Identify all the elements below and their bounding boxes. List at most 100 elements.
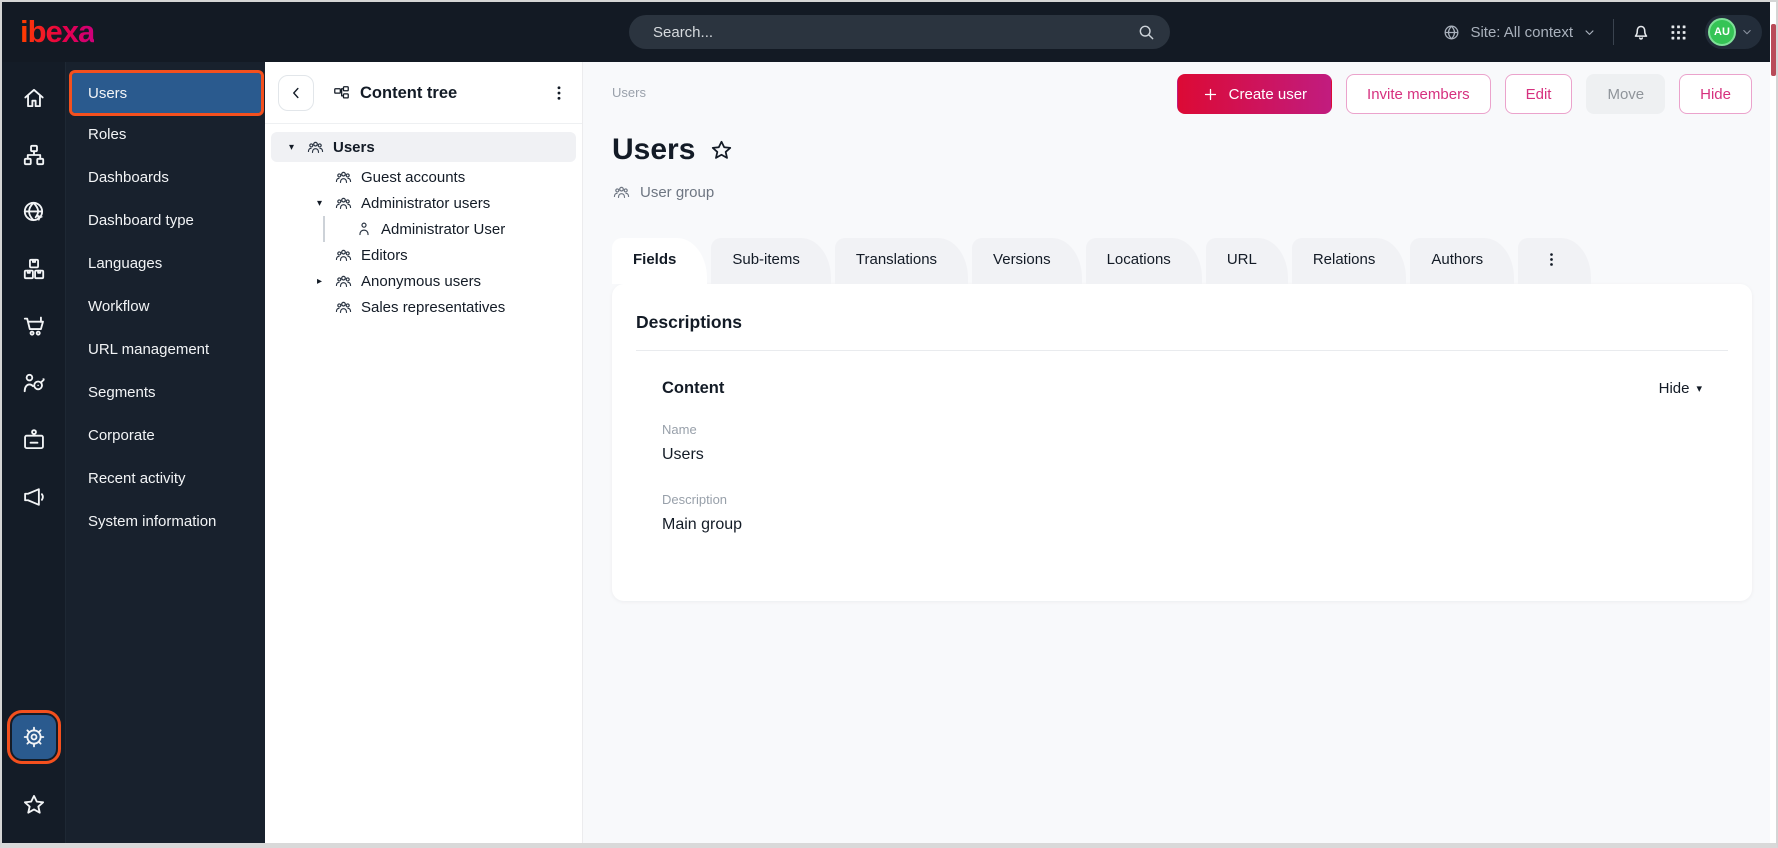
ibexa-admin-window: ibexa Site: All context AU: [0, 0, 1778, 848]
tree-options-kebab-icon[interactable]: [550, 84, 568, 102]
user-menu[interactable]: AU: [1705, 15, 1762, 49]
tab-sub-items[interactable]: Sub-items: [711, 238, 831, 284]
sidebar-item-languages[interactable]: Languages: [66, 242, 265, 285]
section-collapse-toggle[interactable]: Hide ▾: [1659, 380, 1702, 397]
personalization-icon[interactable]: [12, 361, 56, 405]
bookmarks-star-icon[interactable]: [12, 783, 56, 827]
site-context-label: Site: All context: [1470, 23, 1573, 41]
tab-fields[interactable]: Fields: [612, 238, 708, 284]
menu-item-label: Recent activity: [88, 470, 186, 487]
user-group-icon: [306, 138, 325, 157]
tab-authors[interactable]: Authors: [1410, 238, 1515, 284]
menu-item-label: Dashboards: [88, 169, 169, 186]
tree-node-editors[interactable]: Editors: [271, 242, 576, 268]
tab-relations[interactable]: Relations: [1291, 238, 1407, 284]
home-icon[interactable]: [12, 76, 56, 120]
invite-members-label: Invite members: [1367, 85, 1470, 103]
tab-label: Translations: [855, 251, 938, 268]
user-group-icon: [334, 168, 353, 187]
search-icon[interactable]: [1136, 22, 1156, 42]
menu-item-label: Segments: [88, 384, 156, 401]
action-buttons: Create user Invite members Edit Move Hid…: [1176, 74, 1752, 114]
sidebar-item-dashboards[interactable]: Dashboards: [66, 156, 265, 199]
content-tree-panel: Content tree ▾ Users Guest accounts ▾ Ad…: [265, 62, 583, 843]
corporate-badge-icon[interactable]: [12, 418, 56, 462]
tab-label: Relations: [1312, 251, 1376, 268]
global-search[interactable]: [629, 15, 1170, 49]
content-type-label: User group: [640, 184, 715, 201]
tree-node-administrator-users[interactable]: ▾ Administrator users: [271, 190, 576, 216]
site-icon[interactable]: [12, 190, 56, 234]
sidebar-item-roles[interactable]: Roles: [66, 113, 265, 156]
tree-node-guest-accounts[interactable]: Guest accounts: [271, 164, 576, 190]
favorite-star-icon[interactable]: [709, 138, 734, 163]
invite-members-button[interactable]: Invite members: [1346, 74, 1491, 114]
tree-node-label: Users: [333, 138, 375, 156]
ibexa-logo[interactable]: ibexa: [20, 14, 95, 50]
search-input[interactable]: [629, 23, 1136, 41]
user-group-icon: [334, 272, 353, 291]
caret-icon[interactable]: ▾: [317, 198, 334, 209]
caret-icon[interactable]: ▸: [317, 276, 334, 287]
menu-item-label: Workflow: [88, 298, 150, 315]
top-bar: ibexa Site: All context AU: [2, 2, 1776, 62]
tree-node-administrator-user[interactable]: Administrator User: [271, 216, 576, 242]
vertical-scrollbar[interactable]: [1770, 2, 1776, 843]
content-tabs: Fields Sub-items Translations Versions L…: [612, 238, 1754, 284]
tree-node-users[interactable]: ▾ Users: [271, 132, 576, 162]
user-group-icon: [334, 194, 353, 213]
create-user-button[interactable]: Create user: [1176, 74, 1333, 114]
tab-translations[interactable]: Translations: [834, 238, 969, 284]
menu-item-label: Corporate: [88, 427, 155, 444]
tab-url[interactable]: URL: [1205, 238, 1288, 284]
field-label: Name: [662, 422, 697, 437]
sidebar-item-workflow[interactable]: Workflow: [66, 285, 265, 328]
menu-item-label: URL management: [88, 341, 210, 358]
globe-icon: [1442, 23, 1461, 42]
scrollbar-thumb[interactable]: [1771, 24, 1776, 76]
tabs-overflow-kebab-icon[interactable]: [1518, 238, 1592, 284]
tab-label: Sub-items: [732, 251, 800, 268]
commerce-cart-icon[interactable]: [12, 304, 56, 348]
descriptions-heading: Descriptions: [636, 312, 742, 332]
collapse-tree-button[interactable]: [278, 75, 314, 111]
tree-indent-guide: [323, 216, 325, 242]
sidebar-item-segments[interactable]: Segments: [66, 371, 265, 414]
sidebar-item-recent-activity[interactable]: Recent activity: [66, 457, 265, 500]
tab-label: Authors: [1431, 251, 1484, 268]
notifications-bell-icon[interactable]: [1630, 21, 1652, 43]
divider: [636, 350, 1728, 351]
field-description: Description Main group: [662, 492, 1728, 534]
sidebar-item-corporate[interactable]: Corporate: [66, 414, 265, 457]
content-structure-icon[interactable]: [12, 133, 56, 177]
tab-versions[interactable]: Versions: [972, 238, 1082, 284]
settings-gear-icon[interactable]: [6, 710, 61, 764]
edit-button[interactable]: Edit: [1504, 74, 1573, 114]
user-group-icon: [334, 246, 353, 265]
sidebar-item-users[interactable]: Users: [69, 70, 264, 116]
tree-node-sales-representatives[interactable]: Sales representatives: [271, 294, 576, 320]
caret-icon[interactable]: ▾: [289, 142, 306, 153]
edit-label: Edit: [1525, 85, 1552, 103]
site-context-selector[interactable]: Site: All context: [1442, 23, 1597, 42]
avatar[interactable]: AU: [1708, 18, 1736, 46]
sidebar-item-url-management[interactable]: URL management: [66, 328, 265, 371]
sidebar-item-system-information[interactable]: System information: [66, 500, 265, 543]
menu-item-label: Users: [88, 84, 128, 102]
user-group-icon: [612, 183, 631, 202]
hide-button[interactable]: Hide: [1679, 74, 1752, 114]
tree-node-anonymous-users[interactable]: ▸ Anonymous users: [271, 268, 576, 294]
chevron-down-icon: [1740, 25, 1754, 39]
tree-node-label: Anonymous users: [361, 272, 482, 290]
tab-locations[interactable]: Locations: [1085, 238, 1202, 284]
marketing-megaphone-icon[interactable]: [12, 475, 56, 519]
products-icon[interactable]: [12, 247, 56, 291]
tab-label: Versions: [993, 251, 1051, 268]
sidebar-item-dashboard-type[interactable]: Dashboard type: [66, 199, 265, 242]
tree-node-label: Sales representatives: [361, 298, 506, 316]
admin-menu-panel: Users Roles Dashboards Dashboard type La…: [66, 62, 265, 843]
tab-label: Locations: [1106, 251, 1171, 268]
apps-grid-icon[interactable]: [1668, 22, 1689, 43]
tab-label: Fields: [633, 251, 677, 268]
content-tree-icon: [332, 84, 351, 103]
